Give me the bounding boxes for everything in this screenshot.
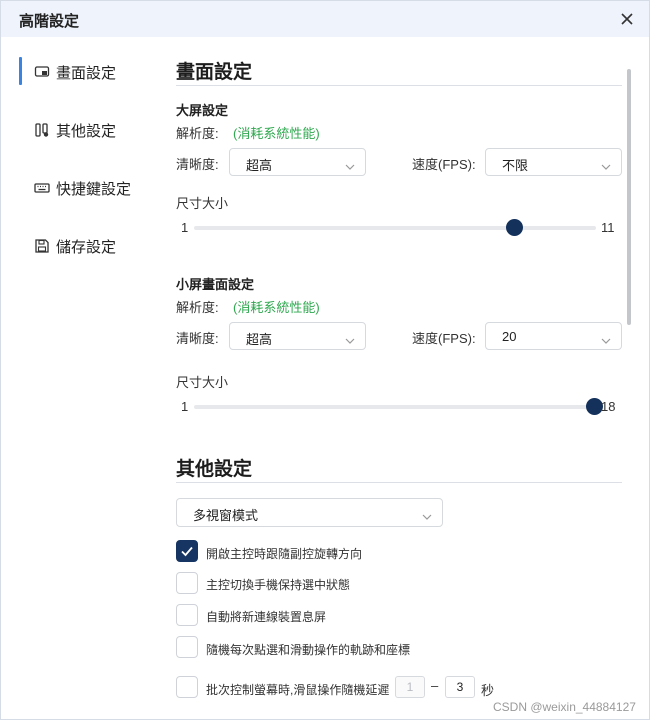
slider-thumb[interactable] (506, 219, 523, 236)
size-label: 尺寸大小 (176, 196, 229, 211)
slider-track (194, 405, 596, 409)
select-value: 不限 (502, 158, 529, 173)
controls-icon (34, 122, 50, 138)
sidebar-item-label: 快捷鍵設定 (56, 181, 132, 198)
resolution-value: (消耗系統性能) (233, 300, 320, 315)
title-bar: 高階設定 (1, 1, 649, 37)
settings-dialog: 高階設定 畫面設定 其他設定 快捷鍵設定 儲存設定 畫面設定 大屏設定 解析度:… (0, 0, 650, 720)
small-size-slider[interactable] (194, 397, 603, 417)
chevron-down-icon (345, 158, 355, 170)
checkbox-label: 隨機每次點選和滑動操作的軌跡和座標 (206, 643, 411, 657)
small-clarity-select[interactable]: 超高 (229, 322, 366, 350)
sidebar-item-storage[interactable]: 儲存設定 (1, 227, 159, 263)
delay-max-input[interactable]: 3 (445, 676, 475, 698)
size-max: 11 (601, 220, 615, 235)
save-icon (34, 238, 50, 254)
sidebar-item-shortcuts[interactable]: 快捷鍵設定 (1, 169, 159, 205)
random-delay-checkbox[interactable] (176, 676, 198, 698)
sidebar-item-display[interactable]: 畫面設定 (1, 53, 159, 89)
checkbox-label: 主控切換手機保持選中狀態 (206, 578, 351, 592)
scrollbar-thumb[interactable] (627, 69, 631, 325)
chevron-down-icon (601, 332, 611, 344)
other-section-title: 其他設定 (176, 459, 253, 480)
size-min: 1 (181, 399, 189, 414)
sidebar-item-label: 畫面設定 (56, 65, 117, 82)
watermark: CSDN @weixin_44884127 (493, 700, 636, 714)
resolution-value: (消耗系統性能) (233, 126, 320, 141)
delay-dash: – (431, 678, 439, 693)
keyboard-icon (34, 180, 50, 196)
size-max: 18 (601, 399, 616, 414)
fps-label: 速度(FPS): (412, 331, 476, 346)
resolution-label: 解析度: (176, 126, 219, 141)
large-clarity-select[interactable]: 超高 (229, 148, 366, 176)
checkbox-label: 批次控制螢幕時,滑鼠操作隨機延遲 (206, 683, 390, 697)
random-trajectory-checkbox[interactable] (176, 636, 198, 658)
large-fps-select[interactable]: 不限 (485, 148, 622, 176)
sidebar-item-label: 儲存設定 (56, 239, 117, 256)
divider (176, 85, 622, 86)
chevron-down-icon (601, 158, 611, 170)
resolution-label: 解析度: (176, 300, 219, 315)
clarity-label: 清晰度: (176, 331, 219, 346)
size-min: 1 (181, 220, 189, 235)
large-size-slider[interactable] (194, 218, 596, 238)
select-value: 超高 (246, 332, 273, 347)
small-fps-select[interactable]: 20 (485, 322, 622, 350)
display-icon (34, 64, 50, 80)
select-value: 多視窗模式 (193, 508, 259, 523)
small-screen-title: 小屏畫面設定 (176, 277, 255, 292)
sidebar: 畫面設定 其他設定 快捷鍵設定 儲存設定 (1, 37, 159, 720)
active-indicator (19, 57, 22, 85)
chevron-down-icon (422, 508, 432, 520)
checkbox-label: 開啟主控時跟隨副控旋轉方向 (206, 547, 363, 561)
delay-min-input[interactable]: 1 (395, 676, 425, 698)
slider-track (194, 226, 596, 230)
window-mode-select[interactable]: 多視窗模式 (176, 498, 443, 527)
clarity-label: 清晰度: (176, 157, 219, 172)
size-label: 尺寸大小 (176, 375, 229, 390)
chevron-down-icon (345, 332, 355, 344)
divider (176, 482, 622, 483)
close-icon[interactable] (615, 7, 639, 31)
keep-selection-checkbox[interactable] (176, 572, 198, 594)
delay-unit: 秒 (481, 683, 495, 698)
large-screen-title: 大屏設定 (176, 103, 229, 118)
sidebar-item-label: 其他設定 (56, 123, 117, 140)
display-section-title: 畫面設定 (176, 62, 253, 83)
select-value: 超高 (246, 158, 273, 173)
sidebar-item-other[interactable]: 其他設定 (1, 111, 159, 147)
checkbox-label: 自動將新連線裝置息屏 (206, 610, 327, 624)
dialog-title: 高階設定 (19, 13, 80, 30)
follow-rotation-checkbox[interactable] (176, 540, 198, 562)
auto-screen-off-checkbox[interactable] (176, 604, 198, 626)
select-value: 20 (502, 329, 517, 344)
check-icon (181, 546, 193, 557)
fps-label: 速度(FPS): (412, 157, 476, 172)
